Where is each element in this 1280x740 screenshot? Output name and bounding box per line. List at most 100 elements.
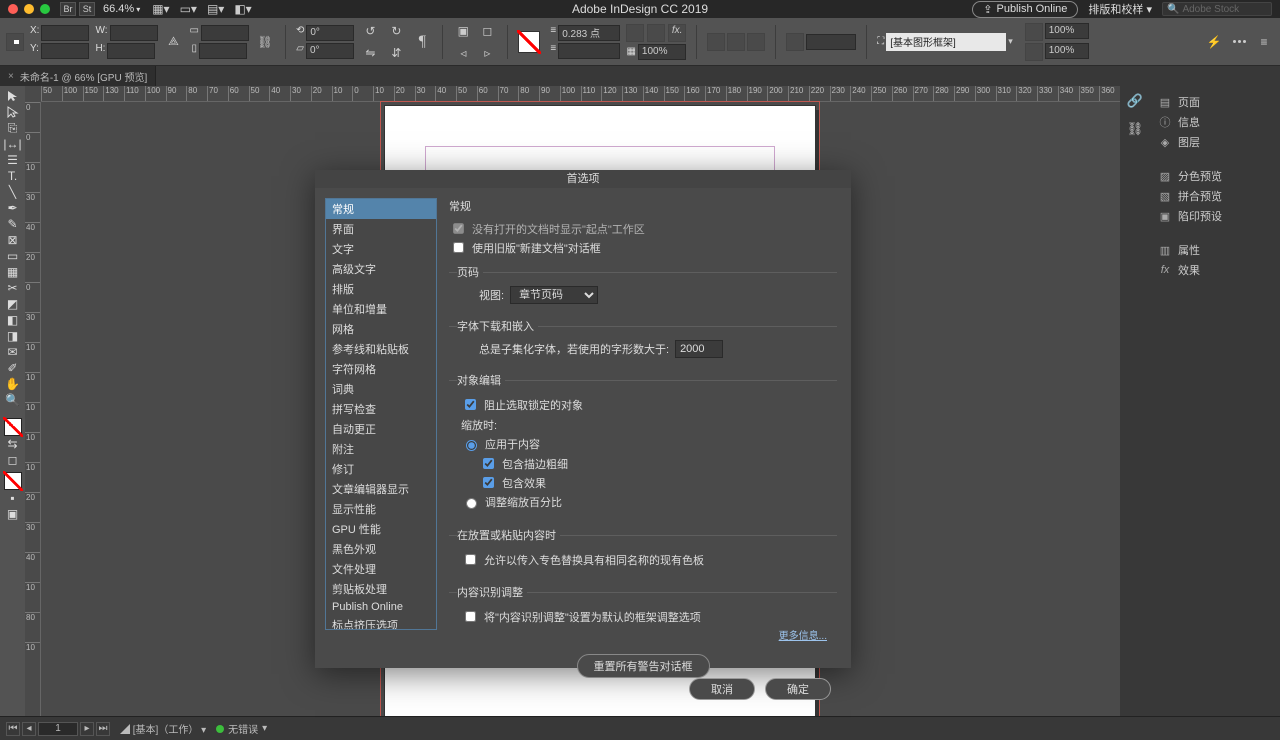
- include-effects-option[interactable]: 包含效果: [479, 474, 837, 491]
- scissors-tool-icon[interactable]: ✂: [2, 280, 24, 296]
- maximize-icon[interactable]: [40, 4, 50, 14]
- page-tool-icon[interactable]: ⎘: [2, 120, 24, 136]
- show-start-option[interactable]: 没有打开的文档时显示"起点"工作区: [449, 220, 837, 237]
- panel-flattener-preview[interactable]: ▧拼合预览: [1150, 186, 1280, 206]
- include-stroke-option[interactable]: 包含描边粗细: [479, 455, 837, 472]
- flip-v-icon[interactable]: ⇵: [386, 43, 406, 63]
- y-field[interactable]: [41, 43, 89, 59]
- select-container-icon[interactable]: ▣: [453, 21, 473, 41]
- panel-separation-preview[interactable]: ▨分色预览: [1150, 166, 1280, 186]
- rotate-cw-icon[interactable]: ↻: [386, 21, 406, 41]
- formula-icon[interactable]: fx.: [668, 24, 686, 42]
- panel-effects[interactable]: fx效果: [1150, 260, 1280, 280]
- flip-h-icon[interactable]: ⇋: [360, 43, 380, 63]
- pref-category-13[interactable]: 修订: [326, 459, 436, 479]
- link-scale-icon[interactable]: ⛓: [255, 32, 275, 52]
- reset-warnings-button[interactable]: 重置所有警告对话框: [577, 654, 710, 678]
- constrain-icon[interactable]: ⟁: [164, 32, 184, 52]
- ok-button[interactable]: 确定: [765, 678, 831, 700]
- eyedropper-tool-icon[interactable]: ✐: [2, 360, 24, 376]
- legacy-new-doc-checkbox[interactable]: [453, 242, 464, 253]
- zoom-tool-icon[interactable]: 🔍: [2, 392, 24, 408]
- panel-layers[interactable]: ◈图层: [1150, 132, 1280, 152]
- next-object-icon[interactable]: ▹: [477, 43, 497, 63]
- minimize-icon[interactable]: [24, 4, 34, 14]
- links-panel-icon[interactable]: 🔗: [1126, 92, 1144, 110]
- line-tool-icon[interactable]: ╲: [2, 184, 24, 200]
- pref-category-7[interactable]: 参考线和粘贴板: [326, 339, 436, 359]
- screen-mode-icon[interactable]: ▭▾: [180, 2, 197, 16]
- panel-menu-icon[interactable]: ≡: [1254, 32, 1274, 52]
- pref-category-5[interactable]: 单位和增量: [326, 299, 436, 319]
- shear-field[interactable]: [306, 43, 354, 59]
- pref-category-1[interactable]: 界面: [326, 219, 436, 239]
- page-view-select[interactable]: 章节页码: [510, 286, 598, 304]
- preflight-status[interactable]: 无错误 ▾: [216, 721, 267, 736]
- pref-category-21[interactable]: 标点挤压选项: [326, 615, 436, 630]
- stroke-color-icon[interactable]: [4, 472, 22, 490]
- view-options-icon[interactable]: ▦▾: [152, 2, 169, 16]
- zoom-level[interactable]: 66.4%: [103, 3, 134, 15]
- pref-category-11[interactable]: 自动更正: [326, 419, 436, 439]
- free-transform-icon[interactable]: ◩: [2, 296, 24, 312]
- arrange-icon[interactable]: ▤▾: [207, 2, 224, 16]
- rotate-ccw-icon[interactable]: ↺: [360, 21, 380, 41]
- pen-tool-icon[interactable]: ✒: [2, 200, 24, 216]
- gap-tool-icon[interactable]: |↔|: [2, 136, 24, 152]
- fit-frame-icon[interactable]: [1025, 43, 1043, 61]
- rectangle-frame-icon[interactable]: ⊠: [2, 232, 24, 248]
- pref-category-17[interactable]: 黑色外观: [326, 539, 436, 559]
- prevent-locked-option[interactable]: 阻止选取锁定的对象: [461, 396, 837, 413]
- pref-category-8[interactable]: 字符网格: [326, 359, 436, 379]
- x-field[interactable]: [41, 25, 89, 41]
- note-tool-icon[interactable]: ✉: [2, 344, 24, 360]
- publish-online-button[interactable]: ⇪ Publish Online: [972, 1, 1078, 18]
- rectangle-tool-icon[interactable]: ▭: [2, 248, 24, 264]
- pref-category-4[interactable]: 排版: [326, 279, 436, 299]
- pref-category-12[interactable]: 附注: [326, 439, 436, 459]
- paste-allow-option[interactable]: 允许以传入专色替换具有相同名称的现有色板: [461, 551, 837, 568]
- fill-color-icon[interactable]: [4, 418, 22, 436]
- pref-category-6[interactable]: 网格: [326, 319, 436, 339]
- pref-category-10[interactable]: 拼写检查: [326, 399, 436, 419]
- paragraph-icon[interactable]: ¶: [412, 32, 432, 52]
- pref-category-16[interactable]: GPU 性能: [326, 519, 436, 539]
- grid-tool-icon[interactable]: ▦: [2, 264, 24, 280]
- gradient-feather-icon[interactable]: ◨: [2, 328, 24, 344]
- stock-search[interactable]: 🔍 Adobe Stock: [1162, 2, 1272, 16]
- pref-category-19[interactable]: 剪贴板处理: [326, 579, 436, 599]
- prevent-locked-checkbox[interactable]: [465, 399, 476, 410]
- pct-x-field[interactable]: [1045, 23, 1089, 39]
- type-tool-icon[interactable]: T.: [2, 168, 24, 184]
- pref-category-14[interactable]: 文章编辑器显示: [326, 479, 436, 499]
- close-icon[interactable]: [8, 4, 18, 14]
- pct-y-field[interactable]: [1045, 43, 1089, 59]
- panel-trap-presets[interactable]: ▣陷印预设: [1150, 206, 1280, 226]
- hand-tool-icon[interactable]: ✋: [2, 376, 24, 392]
- more-info-link[interactable]: 更多信息...: [779, 627, 827, 642]
- reference-point-icon[interactable]: [6, 33, 24, 51]
- align-left-icon[interactable]: [786, 33, 804, 51]
- default-colors-icon[interactable]: ◻: [2, 452, 24, 468]
- w-field[interactable]: [110, 25, 158, 41]
- pref-category-15[interactable]: 显示性能: [326, 499, 436, 519]
- scale-adjust-percent[interactable]: 调整缩放百分比: [461, 494, 837, 510]
- content-aware-option[interactable]: 将"内容识别调整"设置为默认的框架调整选项: [461, 608, 837, 625]
- page-nav[interactable]: ⏮◂1▸⏭: [6, 722, 110, 736]
- document-tab[interactable]: ×未命名-1 @ 66% [GPU 预览]: [0, 66, 156, 86]
- pref-category-2[interactable]: 文字: [326, 239, 436, 259]
- stroke-weight-field[interactable]: [558, 25, 620, 41]
- chain-icon[interactable]: ⛓: [1126, 120, 1144, 138]
- view-mode-icon[interactable]: ▣: [2, 506, 24, 522]
- h-field[interactable]: [107, 43, 155, 59]
- pencil-tool-icon[interactable]: ✎: [2, 216, 24, 232]
- corner-options-icon[interactable]: [626, 24, 644, 42]
- direct-selection-tool-icon[interactable]: [2, 104, 24, 120]
- align-field[interactable]: [806, 34, 856, 50]
- select-content-icon[interactable]: ◻: [477, 21, 497, 41]
- workspace-menu[interactable]: 排版和校样 ▾: [1088, 1, 1152, 17]
- stock-button[interactable]: St: [79, 2, 95, 16]
- frame-style-dropdown[interactable]: [基本图形框架]: [886, 33, 1006, 51]
- fit-content-icon[interactable]: [1025, 23, 1043, 41]
- legacy-new-doc-option[interactable]: 使用旧版"新建文档"对话框: [449, 239, 837, 256]
